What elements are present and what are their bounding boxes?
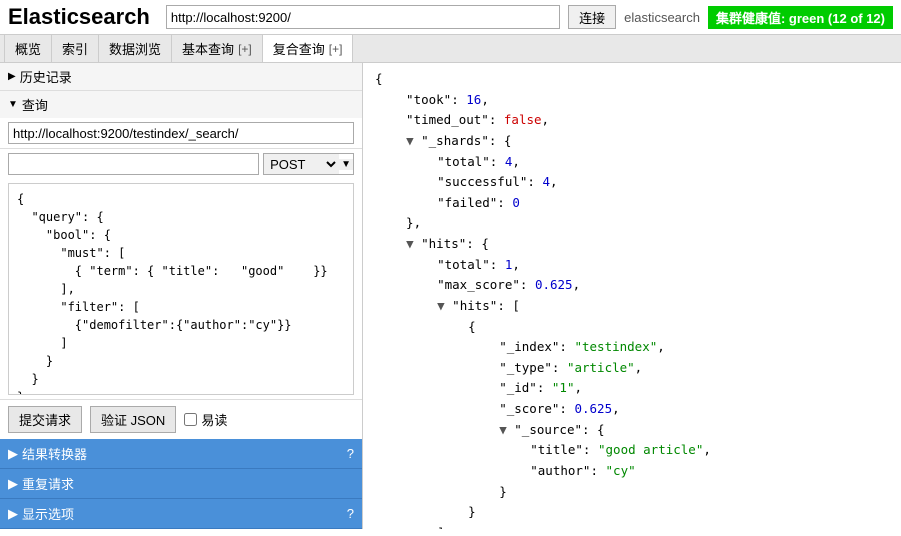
method-select[interactable]: POST GET PUT DELETE	[264, 154, 339, 174]
connect-button[interactable]: 连接	[568, 5, 616, 29]
submit-button[interactable]: 提交请求	[8, 406, 82, 433]
hits-array-toggle[interactable]: ▼	[437, 298, 445, 313]
query-content	[0, 118, 362, 148]
method-selector[interactable]: POST GET PUT DELETE ▼	[263, 153, 354, 175]
complex-query-plus-icon[interactable]: [+]	[329, 42, 343, 56]
basic-query-plus-icon[interactable]: [+]	[238, 42, 252, 56]
query-editor[interactable]: { "query": { "bool": { "must": [ { "term…	[8, 183, 354, 395]
validate-json-button[interactable]: 验证 JSON	[90, 406, 176, 433]
query-section: ▼ 查询	[0, 91, 362, 149]
json-line: }	[375, 482, 889, 503]
header: Elasticsearch 连接 elasticsearch 集群健康值: gr…	[0, 0, 901, 35]
query-url-input[interactable]	[8, 122, 354, 144]
server-url-input[interactable]	[166, 5, 560, 29]
result-converter-help-icon[interactable]: ?	[347, 446, 354, 461]
query-arrow-icon: ▼	[8, 99, 18, 110]
cluster-name: elasticsearch	[624, 10, 700, 25]
json-line: {	[375, 69, 889, 90]
show-options-item[interactable]: ▶ 显示选项 ?	[0, 499, 362, 529]
json-line: ▼ "_shards": {	[375, 131, 889, 152]
tab-complex-query[interactable]: 复合查询 [+]	[263, 35, 354, 62]
repeat-request-arrow-icon: ▶	[8, 476, 18, 492]
query-label: 查询	[22, 95, 48, 114]
nav-tabs: 概览 索引 数据浏览 基本查询 [+] 复合查询 [+]	[0, 35, 901, 63]
app-title: Elasticsearch	[8, 4, 150, 30]
result-converter-label: 结果转换器	[22, 444, 87, 463]
left-panel: ▶ 历史记录 ▼ 查询 POST GET PUT DELETE	[0, 63, 363, 529]
result-converter-left: ▶ 结果转换器	[8, 444, 87, 463]
json-line: ▼ "hits": {	[375, 234, 889, 255]
json-line: "total": 1,	[375, 255, 889, 276]
easyread-checkbox[interactable]	[184, 413, 197, 426]
json-line: },	[375, 213, 889, 234]
result-converter-arrow-icon: ▶	[8, 446, 18, 462]
tab-basic-query-label: 基本查询	[182, 39, 234, 58]
json-line: "_id": "1",	[375, 378, 889, 399]
right-panel: { "took": 16, "timed_out": false, ▼ "_sh…	[363, 63, 901, 529]
query-toggle[interactable]: ▼ 查询	[0, 91, 362, 118]
json-line: "max_score": 0.625,	[375, 275, 889, 296]
shards-toggle[interactable]: ▼	[406, 133, 414, 148]
json-line: "failed": 0	[375, 193, 889, 214]
json-line: ▼ "_source": {	[375, 420, 889, 441]
json-line: {	[375, 317, 889, 338]
history-arrow-icon: ▶	[8, 71, 16, 82]
show-options-label: 显示选项	[22, 504, 74, 523]
json-line: "total": 4,	[375, 152, 889, 173]
json-line: "author": "cy"	[375, 461, 889, 482]
history-label: 历史记录	[20, 67, 72, 86]
json-line: ▼ "hits": [	[375, 296, 889, 317]
tab-index[interactable]: 索引	[52, 35, 99, 62]
json-line: ]	[375, 523, 889, 529]
show-options-arrow-icon: ▶	[8, 506, 18, 522]
health-badge: 集群健康值: green (12 of 12)	[708, 6, 893, 29]
history-toggle[interactable]: ▶ 历史记录	[0, 63, 362, 90]
json-line: "_score": 0.625,	[375, 399, 889, 420]
repeat-request-item[interactable]: ▶ 重复请求	[0, 469, 362, 499]
tab-basic-query[interactable]: 基本查询 [+]	[172, 35, 263, 62]
json-line: "timed_out": false,	[375, 110, 889, 131]
repeat-request-label: 重复请求	[22, 474, 74, 493]
hits-toggle[interactable]: ▼	[406, 236, 414, 251]
show-options-help-icon[interactable]: ?	[347, 506, 354, 521]
tab-complex-query-label: 复合查询	[273, 39, 325, 58]
easyread-label[interactable]: 易读	[184, 410, 227, 429]
json-line: "_index": "testindex",	[375, 337, 889, 358]
method-row: POST GET PUT DELETE ▼	[0, 149, 362, 179]
json-output: { "took": 16, "timed_out": false, ▼ "_sh…	[375, 69, 889, 529]
easyread-text: 易读	[201, 410, 227, 429]
json-line: "successful": 4,	[375, 172, 889, 193]
result-converter-item[interactable]: ▶ 结果转换器 ?	[0, 439, 362, 469]
tab-data-browser[interactable]: 数据浏览	[99, 35, 172, 62]
bottom-action-bar: 提交请求 验证 JSON 易读	[0, 399, 362, 439]
history-section: ▶ 历史记录	[0, 63, 362, 91]
json-line: }	[375, 502, 889, 523]
main-layout: ▶ 历史记录 ▼ 查询 POST GET PUT DELETE	[0, 63, 901, 529]
show-options-left: ▶ 显示选项	[8, 504, 74, 523]
request-path-input[interactable]	[8, 153, 259, 175]
method-dropdown-icon[interactable]: ▼	[339, 159, 353, 170]
source-toggle[interactable]: ▼	[499, 422, 507, 437]
repeat-request-left: ▶ 重复请求	[8, 474, 74, 493]
json-line: "took": 16,	[375, 90, 889, 111]
json-line: "title": "good article",	[375, 440, 889, 461]
tab-overview[interactable]: 概览	[4, 35, 52, 62]
json-line: "_type": "article",	[375, 358, 889, 379]
